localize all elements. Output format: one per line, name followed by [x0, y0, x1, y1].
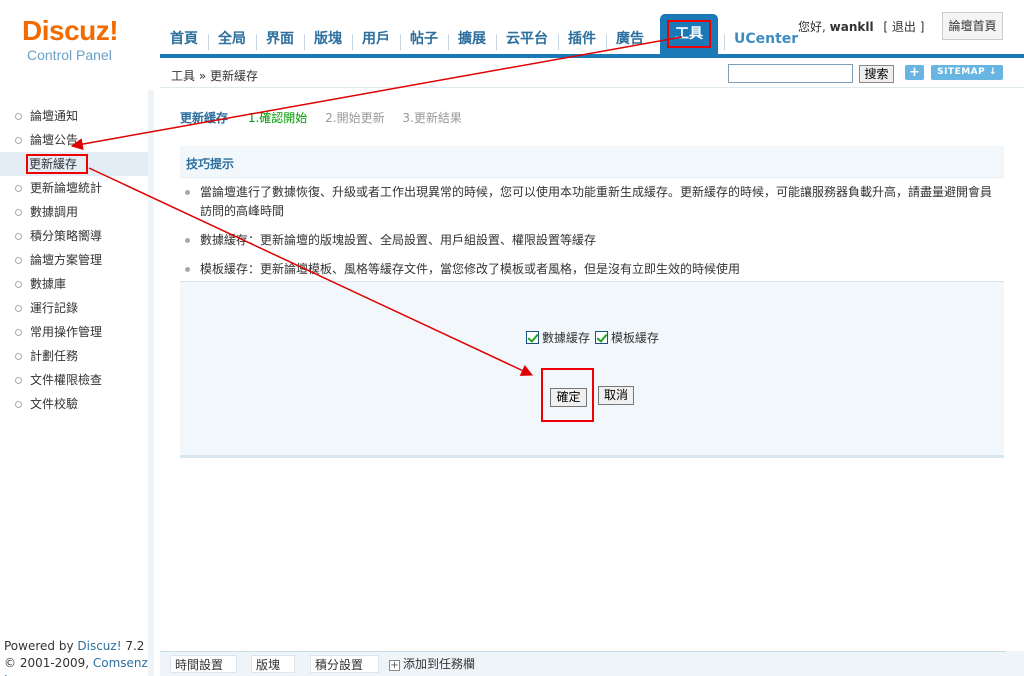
- greeting: 您好,: [798, 20, 826, 34]
- sidebar-item-data-call[interactable]: 數據調用: [0, 200, 148, 224]
- sidebar-item-label: 論壇方案管理: [30, 253, 103, 267]
- sidebar-item-label: 常用操作管理: [30, 325, 103, 339]
- tips-header: 技巧提示: [180, 146, 1004, 178]
- task-label: 積分設置: [315, 658, 364, 672]
- sidebar-item-label: 計劃任務: [30, 349, 79, 363]
- sidebar-item-label: 數據庫: [30, 277, 67, 291]
- sitemap-button[interactable]: SITEMAP ↓: [931, 65, 1003, 80]
- confirm-button[interactable]: 確定: [550, 388, 587, 407]
- sidebar: 論壇通知 論壇公告 更新緩存 更新論壇統計 數據調用 積分策略嚮導 論壇方案管理…: [0, 90, 154, 676]
- user-box: 您好, wankll [ 退出 ]: [798, 18, 924, 35]
- discuz-link[interactable]: Discuz!: [77, 639, 121, 653]
- sidebar-item-credit-wizard[interactable]: 積分策略嚮導: [0, 224, 148, 248]
- tip-item: 數據緩存：更新論壇的版塊設置、全局設置、用戶組設置、權限設置等緩存: [180, 231, 996, 250]
- sidebar-item-update-stats[interactable]: 更新論壇統計: [0, 176, 148, 200]
- nav-interface[interactable]: 界面: [256, 20, 304, 54]
- nav-extend[interactable]: 擴展: [448, 20, 496, 54]
- sidebar-item-file-check[interactable]: 文件校驗: [0, 392, 148, 416]
- sidebar-item-label: 更新論壇統計: [30, 181, 103, 195]
- sidebar-item-label: 運行記錄: [30, 301, 79, 315]
- task-forums[interactable]: 版塊x: [251, 655, 295, 673]
- breadcrumb: 工具 » 更新緩存: [171, 69, 258, 83]
- nav-users[interactable]: 用戶: [352, 20, 400, 54]
- powered-prefix: Powered by: [4, 639, 78, 653]
- template-cache-checkbox[interactable]: [595, 331, 609, 344]
- sidebar-item-scheme-manage[interactable]: 論壇方案管理: [0, 248, 148, 272]
- step-3: 3.更新結果: [402, 111, 462, 125]
- add-to-taskbar-label: 添加到任務欄: [403, 657, 476, 671]
- add-to-taskbar[interactable]: + 添加到任務欄: [389, 655, 475, 673]
- nav-ucenter[interactable]: UCenter: [724, 20, 808, 54]
- scroll-corner: [1006, 651, 1024, 676]
- plus-icon: +: [389, 660, 400, 671]
- taskbar: 時間設置x 版塊x 積分設置x +添加到任務欄: [160, 651, 1006, 676]
- nav-forums[interactable]: 版塊: [304, 20, 352, 54]
- search-input[interactable]: [728, 64, 853, 83]
- nav-plugins[interactable]: 插件: [558, 20, 606, 54]
- step-1: 1.確認開始: [247, 111, 308, 125]
- data-cache-checkbox[interactable]: [526, 331, 539, 344]
- sidebar-item-label: 論壇通知: [30, 109, 79, 123]
- nav-ads[interactable]: 廣告: [606, 20, 654, 54]
- username: wankll: [829, 20, 874, 34]
- tip-item: 模板緩存：更新論壇模板、風格等緩存文件，當您修改了模板或者風格，但是沒有立即生效…: [180, 260, 996, 279]
- task-label: 版塊: [256, 658, 281, 672]
- powered-by: Powered by Discuz! 7.2 © 2001-2009, Coms…: [4, 638, 148, 676]
- sidebar-item-label: 數據調用: [30, 205, 79, 219]
- sidebar-item-update-cache[interactable]: 更新緩存: [0, 152, 148, 176]
- nav-tools-label: 工具: [667, 20, 711, 48]
- sidebar-menu: 論壇通知 論壇公告 更新緩存 更新論壇統計 數據調用 積分策略嚮導 論壇方案管理…: [0, 104, 148, 416]
- nav-home[interactable]: 首頁: [160, 20, 208, 54]
- logo-subtitle: Control Panel: [27, 47, 112, 63]
- cache-options: 數據緩存 模板緩存: [526, 329, 664, 346]
- main-content: 更新緩存 1.確認開始 2.開始更新 3.更新結果 技巧提示 當論壇進行了數據恢…: [160, 89, 1024, 651]
- nav-posts[interactable]: 帖子: [400, 20, 448, 54]
- sidebar-item-label: 積分策略嚮導: [30, 229, 103, 243]
- tip-item: 當論壇進行了數據恢復、升級或者工作出現異常的時候，您可以使用本功能重新生成緩存。…: [180, 183, 996, 221]
- template-cache-label: 模板緩存: [611, 331, 660, 345]
- steps: 更新緩存 1.確認開始 2.開始更新 3.更新結果: [180, 109, 462, 126]
- sidebar-item-common-ops[interactable]: 常用操作管理: [0, 320, 148, 344]
- forum-home-button[interactable]: 論壇首頁: [942, 12, 1003, 40]
- sidebar-item-notices[interactable]: 論壇通知: [0, 104, 148, 128]
- sidebar-item-database[interactable]: 數據庫: [0, 272, 148, 296]
- add-shortcut-button[interactable]: +: [905, 65, 924, 80]
- step-2: 2.開始更新: [325, 111, 385, 125]
- task-time-settings[interactable]: 時間設置x: [170, 655, 237, 673]
- cache-form: 數據緩存 模板緩存 確定 取消: [180, 281, 1004, 458]
- data-cache-label: 數據緩存: [542, 331, 591, 345]
- step-current-title: 更新緩存: [180, 111, 229, 125]
- task-credit-settings[interactable]: 積分設置x: [310, 655, 379, 673]
- sidebar-item-announcements[interactable]: 論壇公告: [0, 128, 148, 152]
- search-button[interactable]: 搜索: [859, 65, 894, 83]
- top-nav: 首頁 全局 界面 版塊 用戶 帖子 擴展 云平台 插件 廣告 工具 UCente…: [160, 14, 808, 54]
- version: 7.2: [121, 639, 145, 653]
- sidebar-item-cron[interactable]: 計劃任務: [0, 344, 148, 368]
- logo-brand: Discuz!: [22, 15, 119, 46]
- cancel-button[interactable]: 取消: [598, 386, 634, 405]
- confirm-highlight: 確定: [541, 368, 594, 422]
- tips-title: 技巧提示: [186, 157, 235, 171]
- copyright: © 2001-2009,: [4, 656, 93, 670]
- sidebar-item-file-perms[interactable]: 文件權限檢查: [0, 368, 148, 392]
- task-label: 時間設置: [175, 658, 224, 672]
- sidebar-item-label: 文件校驗: [30, 397, 79, 411]
- sidebar-item-label: 文件權限檢查: [30, 373, 103, 387]
- sidebar-item-label: 更新緩存: [26, 154, 88, 174]
- sidebar-item-label: 論壇公告: [30, 133, 79, 147]
- sidebar-item-run-log[interactable]: 運行記錄: [0, 296, 148, 320]
- discuz-logo[interactable]: Discuz! Control Panel: [22, 16, 152, 64]
- nav-global[interactable]: 全局: [208, 20, 256, 54]
- breadcrumb-bar: 工具 » 更新緩存 搜索 + SITEMAP ↓: [160, 58, 1024, 88]
- nav-tools[interactable]: 工具: [660, 14, 718, 54]
- logout-link[interactable]: [ 退出 ]: [883, 20, 924, 34]
- nav-cloud[interactable]: 云平台: [496, 20, 558, 54]
